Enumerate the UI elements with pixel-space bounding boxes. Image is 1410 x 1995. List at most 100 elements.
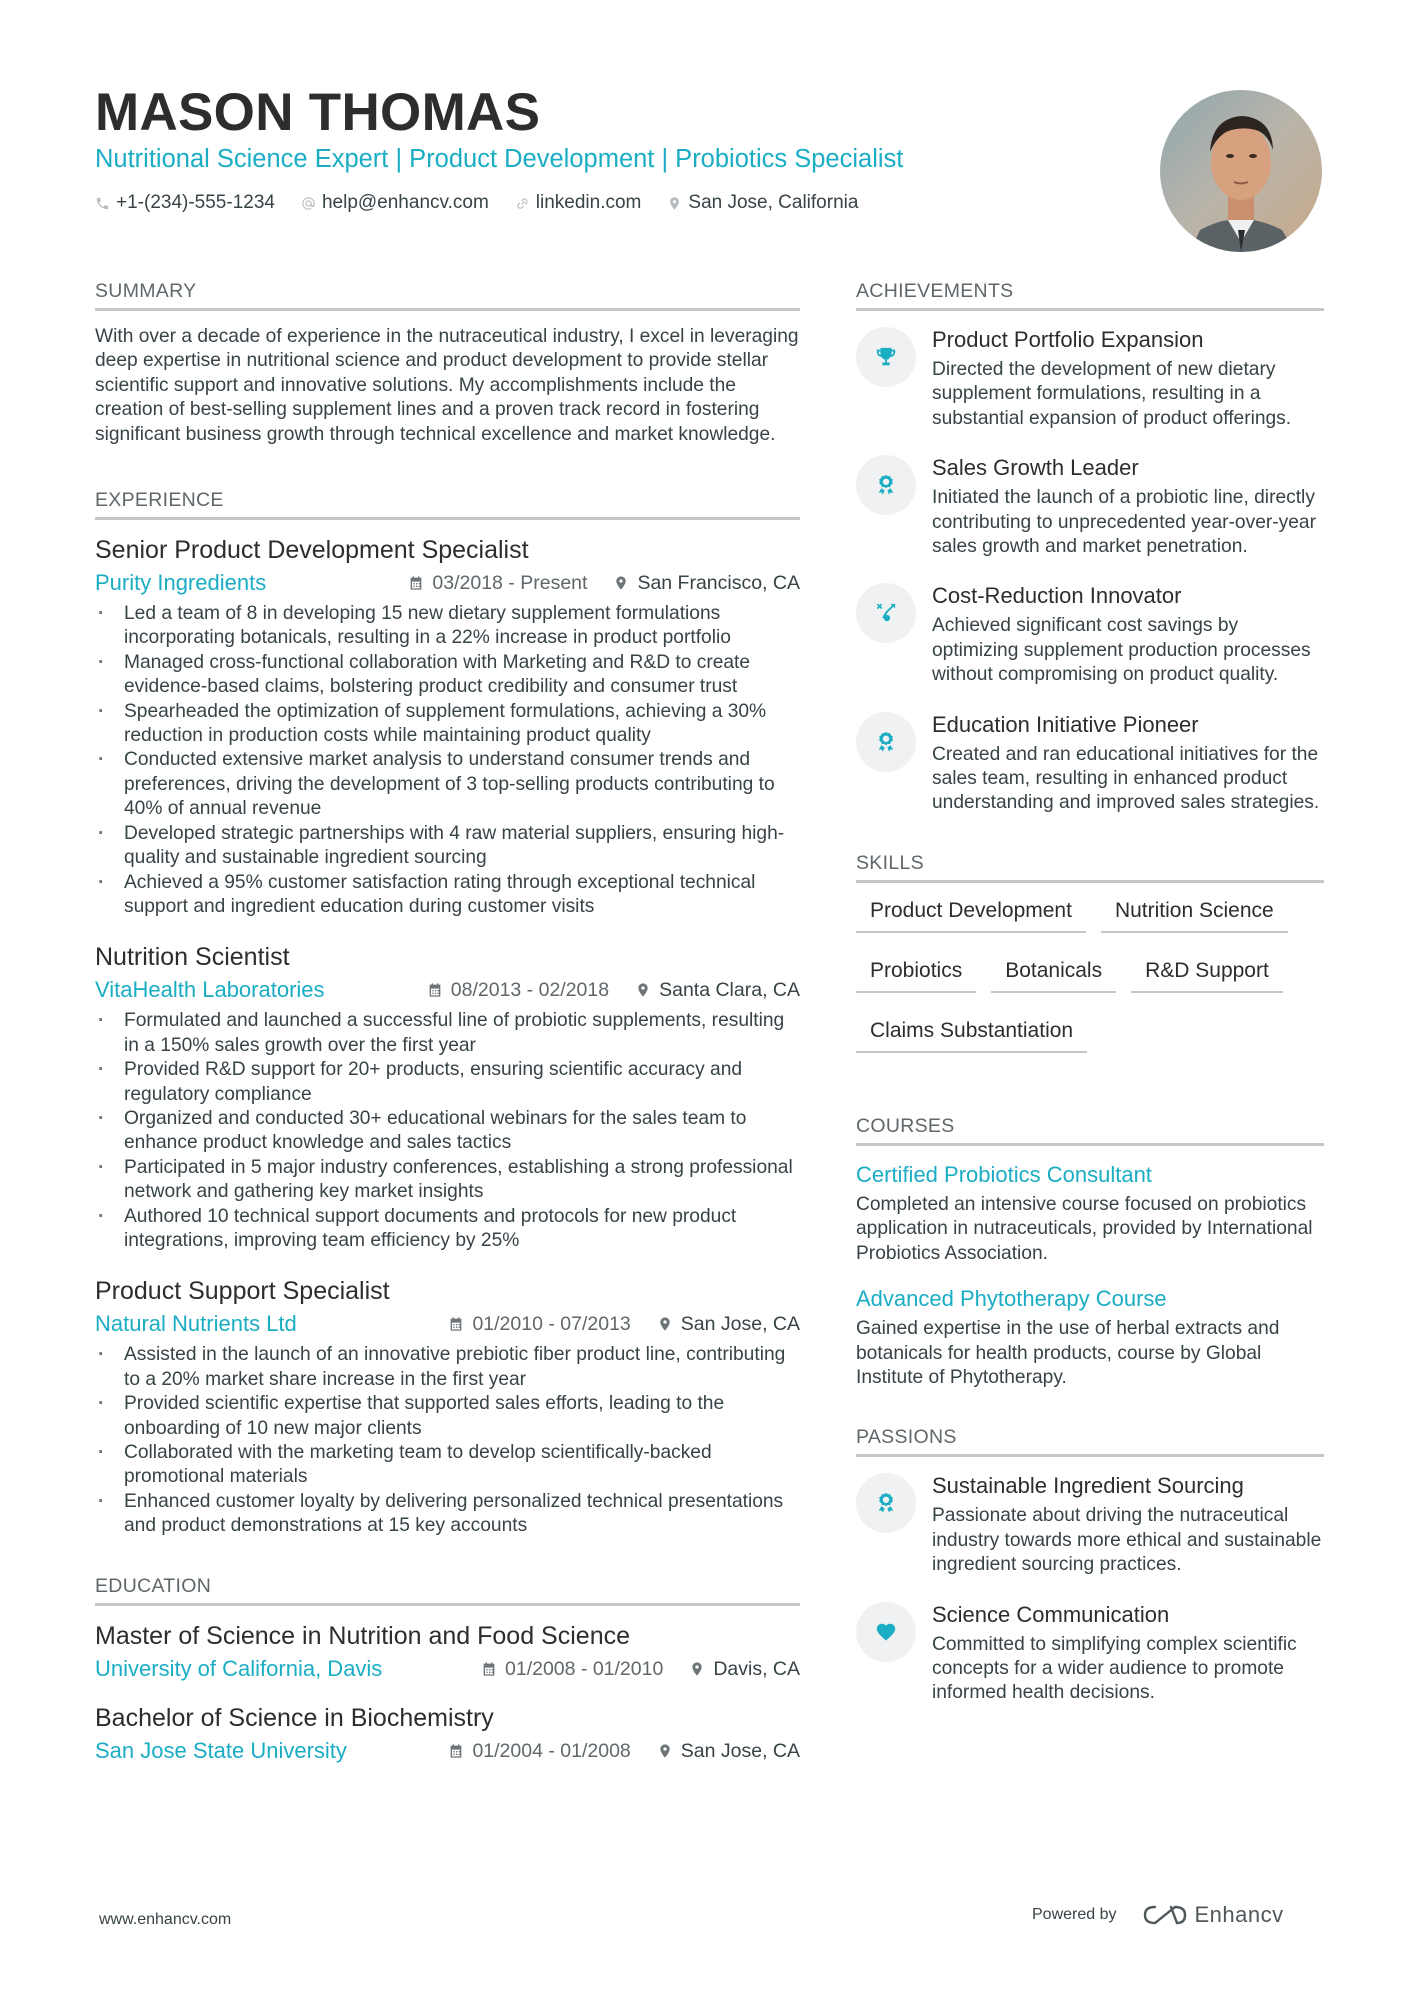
job-meta-right: 03/2018 - Present San Francisco, CA (408, 568, 800, 598)
course-title: Certified Probiotics Consultant (856, 1161, 1152, 1187)
skill-tag: Product Development (856, 887, 1086, 933)
location: San Jose, CA (657, 1309, 800, 1339)
strategy-arrow-icon-badge (856, 583, 916, 644)
course-entry: Certified Probiotics Consultant Completed… (856, 1160, 1324, 1266)
job-bullet: Conducted extensive market analysis to u… (95, 748, 800, 821)
strategy-arrow-icon (876, 604, 896, 622)
enhancv-logo[interactable]: Enhancv (1143, 1902, 1284, 1928)
location: San Francisco, CA (613, 568, 800, 598)
course-title: Advanced Phytotherapy Course (856, 1286, 1167, 1312)
job-bullet: Provided R&D support for 20+ products, e… (95, 1058, 800, 1107)
section-title: ACHIEVEMENTS (856, 278, 1324, 311)
job-bullet: Managed cross-functional collaboration w… (95, 651, 800, 700)
skills-section: SKILLS Product Development Nutrition Scie… (856, 850, 1324, 1067)
achievement-item: Cost-Reduction Innovator Achieved signifi… (856, 581, 1324, 687)
job-meta: Purity Ingredients 03/2018 - Present San F… (95, 568, 800, 598)
job-bullet: Provided scientific expertise that suppo… (95, 1392, 800, 1441)
course-entry: Advanced Phytotherapy Course Gained exper… (856, 1284, 1324, 1390)
section-title: COURSES (856, 1113, 1324, 1146)
calendar-icon (451, 1317, 462, 1332)
heart-icon (876, 1623, 896, 1641)
location-pin-icon (692, 1661, 702, 1676)
date-text: 08/2013 - 02/2018 (450, 979, 610, 1002)
job-title: Nutrition Scientist (95, 943, 290, 972)
achievement-item: Product Portfolio Expansion Directed the … (856, 325, 1324, 431)
section-title: EXPERIENCE (95, 487, 800, 521)
job-bullet: Developed strategic partnerships with 4 … (95, 822, 800, 871)
item-title: Cost-Reduction Innovator (932, 583, 1182, 609)
location-text: San Jose, CA (680, 1313, 800, 1336)
job-bullet: Enhanced customer loyalty by delivering … (95, 1490, 800, 1539)
job-bullet: Authored 10 technical support documents … (95, 1205, 800, 1254)
date-range: 01/2004 - 01/2008 (448, 1736, 631, 1766)
job-entry: Senior Product Development Specialist Pur… (95, 534, 800, 919)
job-bullets: Assisted in the launch of an innovative … (95, 1343, 800, 1538)
section-title: PASSIONS (856, 1424, 1324, 1458)
award-ribbon-icon-badge (856, 711, 916, 772)
job-title: Product Support Specialist (95, 1277, 390, 1306)
education-entry: Master of Science in Nutrition and Food … (95, 1620, 800, 1684)
award-ribbon-icon (878, 1493, 894, 1513)
job-bullet: Participated in 5 major industry confere… (95, 1156, 800, 1205)
location-pin-icon (660, 1743, 670, 1758)
contact-location: San Jose, California (667, 190, 858, 216)
experience-section: EXPERIENCE Senior Product Development Sp… (95, 487, 800, 1539)
email-text: help@enhancv.com (321, 192, 489, 213)
location: Davis, CA (689, 1654, 800, 1684)
item-title: Sustainable Ingredient Sourcing (932, 1473, 1244, 1499)
contact-linkedin[interactable]: linkedin.com (515, 190, 641, 216)
footer-branding: Powered by Enhancv (1032, 1902, 1284, 1928)
job-meta-right: 08/2013 - 02/2018 Santa Clara, CA (427, 975, 800, 1005)
contact-phone[interactable]: +1-(234)-555-1234 (95, 190, 275, 216)
passion-item: Sustainable Ingredient Sourcing Passionat… (856, 1471, 1324, 1577)
right-column: ACHIEVEMENTS Product Portfolio Expansion… (856, 278, 1324, 1746)
job-bullet: Led a team of 8 in developing 15 new die… (95, 602, 800, 651)
item-title: Product Portfolio Expansion (932, 327, 1204, 352)
date-range: 01/2008 - 01/2010 (481, 1654, 663, 1684)
job-bullet: Organized and conducted 30+ educational … (95, 1107, 800, 1156)
award-ribbon-icon (878, 731, 894, 752)
job-company: VitaHealth Laboratories (95, 977, 325, 1003)
left-column: SUMMARY With over a decade of experience… (95, 278, 800, 1806)
date-text: 01/2008 - 01/2010 (505, 1657, 664, 1680)
footer-website-link[interactable]: www.enhancv.com (99, 1911, 231, 1929)
skill-tag: Claims Substantiation (856, 1007, 1088, 1053)
location-pin-icon (670, 196, 680, 210)
item-description: Initiated the launch of a probiotic line… (932, 487, 1316, 558)
item-text: Education Initiative Pioneer Created and … (932, 710, 1324, 816)
education-meta-right: 01/2004 - 01/2008 San Jose, CA (448, 1736, 800, 1766)
passion-item: Science Communication Committed to simpli… (856, 1600, 1324, 1706)
job-meta: VitaHealth Laboratories 08/2013 - 02/2018… (95, 975, 800, 1005)
courses-section: COURSES Certified Probiotics Consultant C… (856, 1113, 1324, 1390)
contact-email[interactable]: help@enhancv.com (301, 190, 489, 216)
location-pin-icon (616, 576, 627, 590)
achievements-section: ACHIEVEMENTS Product Portfolio Expansion… (856, 278, 1324, 816)
candidate-headline: Nutritional Science Expert | Product Dev… (95, 145, 904, 173)
calendar-icon (483, 1661, 495, 1676)
candidate-name: MASON THOMAS (95, 83, 541, 142)
item-text: Sustainable Ingredient Sourcing Passionat… (932, 1471, 1324, 1577)
job-bullet: Formulated and launched a successful lin… (95, 1009, 800, 1058)
education-meta: University of California, Davis 01/2008 -… (95, 1654, 800, 1684)
calendar-icon (429, 983, 441, 997)
course-description: Gained expertise in the use of herbal ex… (856, 1318, 1280, 1388)
phone-icon (96, 197, 109, 209)
job-meta: Natural Nutrients Ltd 01/2010 - 07/2013 Sa… (95, 1309, 800, 1339)
enhancv-logo-icon (1143, 1905, 1186, 1925)
link-icon (516, 197, 528, 209)
school-name: University of California, Davis (95, 1655, 383, 1681)
job-bullet: Collaborated with the marketing team to … (95, 1441, 800, 1490)
trophy-icon-badge (856, 327, 916, 387)
location-pin-icon (638, 983, 648, 997)
brand-name: Enhancv (1194, 1902, 1284, 1927)
item-description: Created and ran educational initiatives … (932, 743, 1320, 814)
location-text: Santa Clara, CA (659, 979, 800, 1002)
education-entry: Bachelor of Science in Biochemistry San J… (95, 1702, 800, 1766)
job-bullet: Achieved a 95% customer satisfaction rat… (95, 871, 800, 920)
location-text: San Francisco, CA (637, 572, 800, 595)
date-text: 01/2004 - 01/2008 (472, 1739, 631, 1762)
job-entry: Product Support Specialist Natural Nutrie… (95, 1275, 800, 1538)
job-bullets: Formulated and launched a successful lin… (95, 1009, 800, 1253)
item-description: Achieved significant cost savings by opt… (932, 615, 1311, 686)
summary-section: SUMMARY With over a decade of experience… (95, 278, 800, 447)
